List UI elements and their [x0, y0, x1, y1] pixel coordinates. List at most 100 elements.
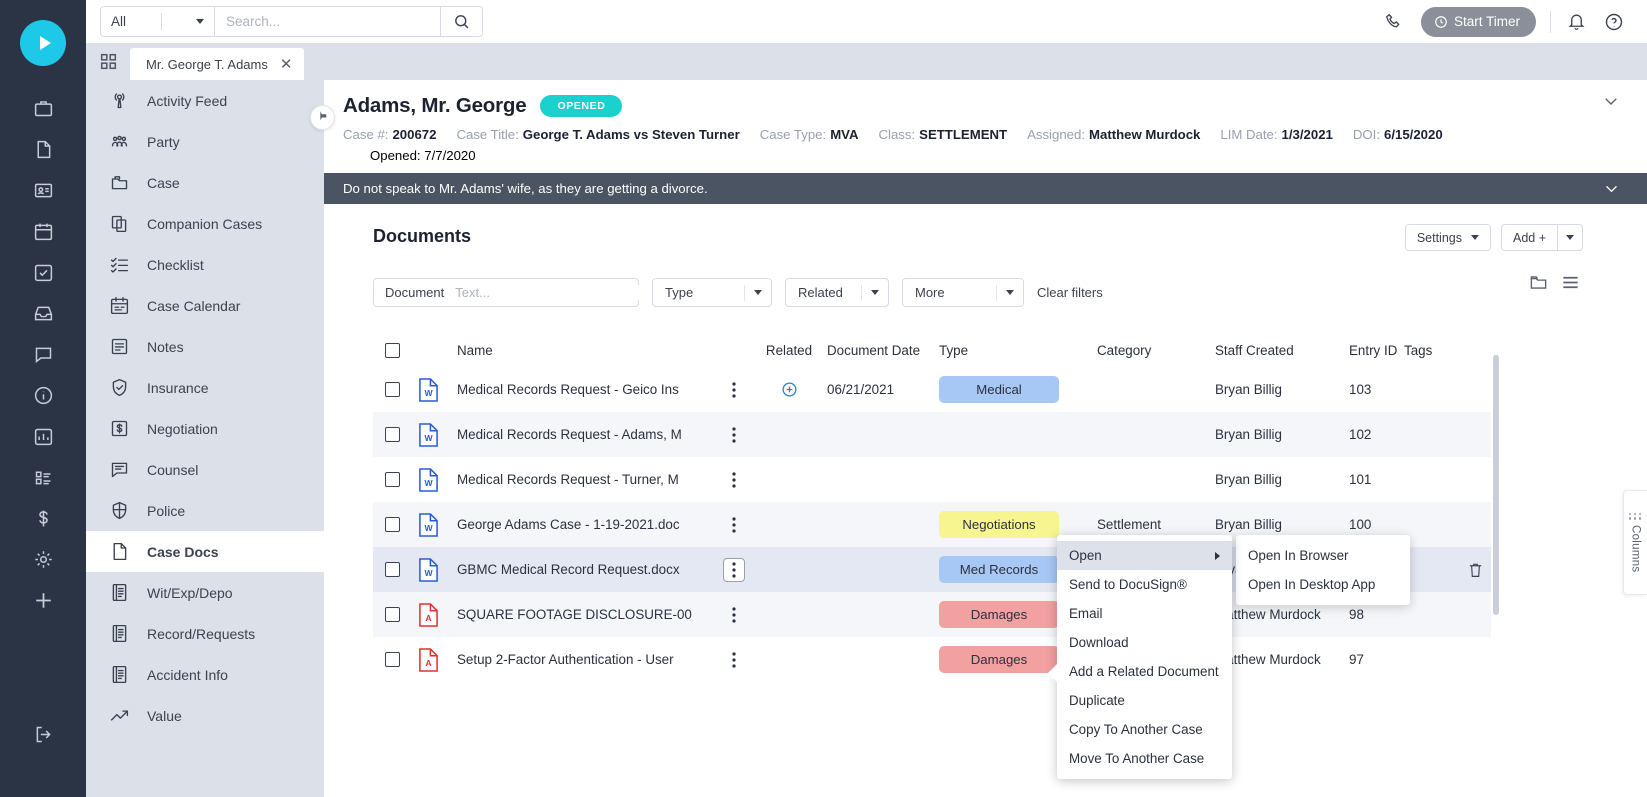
- table-row[interactable]: WMedical Records Request - Adams, MBryan…: [373, 412, 1491, 457]
- table-scrollbar[interactable]: [1493, 355, 1499, 615]
- header-entry-id[interactable]: Entry ID: [1349, 343, 1404, 358]
- sidebar-item-companion-cases[interactable]: Companion Cases: [86, 203, 324, 244]
- header-tags[interactable]: Tags: [1404, 343, 1459, 358]
- calendar-icon[interactable]: [0, 211, 86, 252]
- gear-icon[interactable]: [0, 539, 86, 580]
- document-name[interactable]: Medical Records Request - Geico Ins: [457, 382, 717, 397]
- document-name[interactable]: SQUARE FOOTAGE DISCLOSURE-00: [457, 607, 717, 622]
- header-category[interactable]: Category: [1097, 343, 1215, 358]
- sidebar-item-record-requests[interactable]: Record/Requests: [86, 613, 324, 654]
- table-row[interactable]: WMedical Records Request - Turner, MBrya…: [373, 457, 1491, 502]
- search-scope-select[interactable]: All: [101, 7, 214, 36]
- info-icon[interactable]: [0, 375, 86, 416]
- document-name[interactable]: GBMC Medical Record Request.docx: [457, 562, 717, 577]
- document-name[interactable]: George Adams Case - 1-19-2021.doc: [457, 517, 717, 532]
- search-input[interactable]: [214, 7, 440, 36]
- briefcase-icon[interactable]: [0, 88, 86, 129]
- submenu-item-open-in-browser[interactable]: Open In Browser: [1236, 541, 1410, 570]
- add-dropdown-button[interactable]: [1557, 224, 1583, 251]
- folder-view-icon[interactable]: [1525, 270, 1551, 294]
- row-kebab-menu-icon[interactable]: [723, 378, 745, 402]
- context-menu-item-open[interactable]: Open: [1057, 541, 1232, 570]
- row-kebab-menu-icon[interactable]: [723, 468, 745, 492]
- sidebar-item-value[interactable]: Value: [86, 695, 324, 736]
- settings-button[interactable]: Settings: [1405, 224, 1491, 251]
- document-filter-input[interactable]: [455, 285, 639, 300]
- table-row[interactable]: ASetup 2-Factor Authentication - UserDam…: [373, 637, 1491, 682]
- sidebar-item-negotiation[interactable]: Negotiation: [86, 408, 324, 449]
- app-logo[interactable]: [20, 20, 66, 66]
- dollar-icon[interactable]: [0, 498, 86, 539]
- row-kebab-menu-icon[interactable]: [723, 513, 745, 537]
- type-filter[interactable]: Type: [652, 278, 772, 307]
- sidebar-item-case[interactable]: Case: [86, 162, 324, 203]
- add-plus-icon[interactable]: [0, 580, 86, 621]
- document-icon[interactable]: [0, 129, 86, 170]
- apps-grid-icon[interactable]: [86, 43, 130, 80]
- document-name[interactable]: Setup 2-Factor Authentication - User: [457, 652, 717, 667]
- header-related[interactable]: Related: [751, 343, 827, 358]
- row-checkbox[interactable]: [385, 607, 400, 622]
- phone-icon[interactable]: [1375, 0, 1413, 43]
- document-name[interactable]: Medical Records Request - Adams, M: [457, 427, 717, 442]
- row-checkbox[interactable]: [385, 427, 400, 442]
- context-menu-item-download[interactable]: Download: [1057, 628, 1232, 657]
- sidebar-item-activity-feed[interactable]: Activity Feed: [86, 80, 324, 121]
- sidebar-item-police[interactable]: Police: [86, 490, 324, 531]
- row-kebab-menu-icon[interactable]: [723, 603, 745, 627]
- help-icon[interactable]: [1595, 0, 1633, 43]
- contact-card-icon[interactable]: [0, 170, 86, 211]
- list-view-icon[interactable]: [1557, 270, 1583, 294]
- reports-chart-icon[interactable]: [0, 416, 86, 457]
- row-checkbox[interactable]: [385, 472, 400, 487]
- sidebar-item-checklist[interactable]: Checklist: [86, 244, 324, 285]
- more-filter[interactable]: More: [902, 278, 1024, 307]
- logout-icon[interactable]: [0, 714, 86, 755]
- context-menu-item-duplicate[interactable]: Duplicate: [1057, 686, 1232, 715]
- context-menu-item-add-a-related-document[interactable]: Add a Related Document: [1057, 657, 1232, 686]
- start-timer-button[interactable]: Start Timer: [1421, 7, 1536, 37]
- task-check-icon[interactable]: [0, 252, 86, 293]
- table-row[interactable]: WMedical Records Request - Geico Ins06/2…: [373, 367, 1491, 412]
- sidebar-item-counsel[interactable]: Counsel: [86, 449, 324, 490]
- sidebar-item-wit-exp-depo[interactable]: Wit/Exp/Depo: [86, 572, 324, 613]
- row-kebab-menu-icon[interactable]: [723, 648, 745, 672]
- row-trash-cell[interactable]: [1459, 561, 1491, 579]
- document-name[interactable]: Medical Records Request - Turner, M: [457, 472, 717, 487]
- notifications-bell-icon[interactable]: [1557, 0, 1595, 43]
- header-document-date[interactable]: Document Date: [827, 343, 939, 358]
- row-checkbox[interactable]: [385, 652, 400, 667]
- inbox-icon[interactable]: [0, 293, 86, 334]
- row-kebab-menu-icon[interactable]: [723, 423, 745, 447]
- clear-filters-button[interactable]: Clear filters: [1037, 285, 1103, 300]
- row-kebab-menu-icon[interactable]: [723, 558, 745, 582]
- columns-panel-handle[interactable]: Columns: [1623, 490, 1647, 595]
- submenu-item-open-in-desktop-app[interactable]: Open In Desktop App: [1236, 570, 1410, 599]
- select-all-checkbox[interactable]: [385, 343, 400, 358]
- context-menu-item-move-to-another-case[interactable]: Move To Another Case: [1057, 744, 1232, 773]
- row-checkbox[interactable]: [385, 382, 400, 397]
- add-button[interactable]: Add +: [1501, 224, 1557, 251]
- collapse-case-header-icon[interactable]: [1602, 92, 1620, 115]
- header-type[interactable]: Type: [939, 343, 1097, 358]
- sidebar-item-accident-info[interactable]: Accident Info: [86, 654, 324, 695]
- row-checkbox[interactable]: [385, 517, 400, 532]
- context-menu-item-copy-to-another-case[interactable]: Copy To Another Case: [1057, 715, 1232, 744]
- phone-list-icon[interactable]: [0, 457, 86, 498]
- pin-sidebar-button[interactable]: [310, 105, 335, 130]
- context-menu-item-send-to-docusign[interactable]: Send to DocuSign®: [1057, 570, 1232, 599]
- row-checkbox[interactable]: [385, 562, 400, 577]
- close-icon[interactable]: ✕: [280, 57, 293, 72]
- header-name[interactable]: Name: [457, 343, 717, 358]
- chat-icon[interactable]: [0, 334, 86, 375]
- search-button[interactable]: [440, 7, 482, 36]
- sidebar-item-insurance[interactable]: Insurance: [86, 367, 324, 408]
- related-cell[interactable]: [751, 381, 827, 398]
- header-staff-created[interactable]: Staff Created: [1215, 343, 1349, 358]
- related-filter[interactable]: Related: [785, 278, 889, 307]
- sidebar-item-notes[interactable]: Notes: [86, 326, 324, 367]
- collapse-banner-icon[interactable]: [1603, 180, 1620, 200]
- sidebar-item-case-calendar[interactable]: Case Calendar: [86, 285, 324, 326]
- sidebar-item-case-docs[interactable]: Case Docs: [86, 531, 324, 572]
- sidebar-item-party[interactable]: Party: [86, 121, 324, 162]
